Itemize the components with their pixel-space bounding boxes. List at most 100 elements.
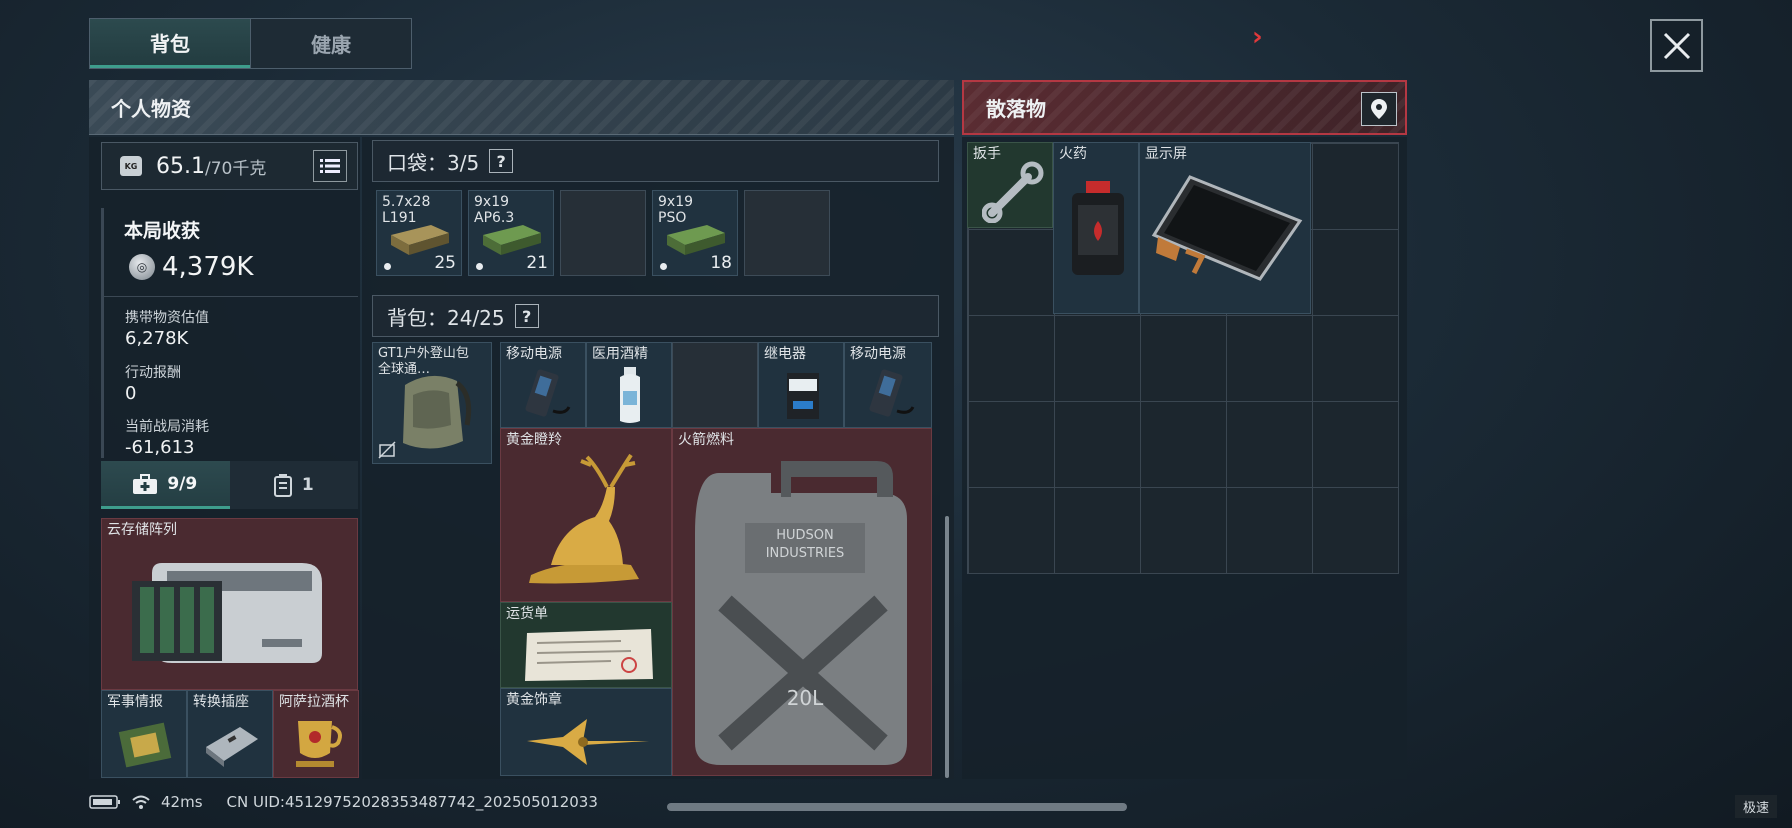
ammo-box-icon: [391, 225, 449, 255]
pocket-label: 口袋：3/5: [387, 150, 480, 175]
top-tab-bar: 背包 健康: [89, 18, 412, 69]
ammo-count: 21: [526, 253, 548, 273]
ammo-box-icon: [483, 225, 541, 255]
screen-panel-icon: [1151, 175, 1303, 281]
goblet-icon: [296, 721, 342, 767]
user-uid: CN UID:4512975202835348774​2_20250501203…: [226, 793, 598, 811]
item-label: 显示屏: [1145, 146, 1187, 162]
ammo-box-icon: [667, 225, 725, 255]
weight-max: /70千克: [204, 158, 267, 179]
emblem-icon: [527, 719, 649, 765]
coin-icon: ◎: [129, 254, 155, 280]
pocket-help-button[interactable]: ?: [489, 149, 514, 173]
pocket-slot-empty[interactable]: [744, 190, 830, 276]
item-gunpowder[interactable]: 火药: [1053, 142, 1139, 314]
action-reward-value: 0: [125, 383, 137, 404]
item-cloud-storage-array[interactable]: 云存储阵列: [101, 518, 358, 690]
backpack-bar: 背包：24/25 ?: [372, 295, 939, 337]
horizontal-scrollbar[interactable]: [667, 803, 1127, 811]
item-label: 转换插座: [193, 694, 249, 710]
rarity-dot: [384, 263, 391, 270]
scatter-title: 散落物: [986, 97, 1046, 121]
power-bank-icon: [525, 369, 571, 417]
can-volume-text: 20L: [787, 686, 824, 710]
item-label: 移动电源: [506, 346, 562, 362]
item-waybill[interactable]: 运货单: [500, 602, 672, 688]
no-insure-icon: [378, 441, 396, 459]
power-bank-icon: [869, 369, 915, 417]
vertical-scrollbar[interactable]: [945, 516, 949, 778]
item-label: 扳手: [973, 146, 1001, 162]
jerrycan-icon: HUDSON INDUSTRIES 20L: [695, 461, 907, 765]
item-label: 军事情报: [107, 694, 163, 710]
document-icon: [525, 629, 653, 681]
item-power-bank[interactable]: 移动电源: [500, 342, 586, 428]
harvest-value: 4,379K: [162, 252, 254, 282]
personal-supplies-title: 个人物资: [111, 96, 191, 121]
action-reward-label: 行动报酬: [125, 365, 181, 381]
item-wrench[interactable]: 扳手: [967, 142, 1053, 228]
socket-icon: [206, 727, 258, 767]
rarity-dot: [660, 263, 667, 270]
equipped-backpack[interactable]: GT1户外登山包 全球通…: [372, 342, 492, 464]
bottle-icon: [620, 367, 640, 423]
pocket-slot[interactable]: 5.7x28 L191 25: [376, 190, 462, 276]
item-medical-alcohol[interactable]: 医用酒精: [586, 342, 672, 428]
can-brand-text: INDUSTRIES: [766, 546, 845, 561]
item-asara-cup[interactable]: 阿萨拉酒杯: [273, 690, 359, 778]
pocket-slot[interactable]: 9x19 PSO 18: [652, 190, 738, 276]
kg-weight-icon: KG: [120, 156, 142, 176]
chip-icon: [118, 722, 172, 768]
container-tabs: 9/9 1: [101, 461, 358, 509]
canister-icon: [1072, 181, 1124, 275]
battery-icon: [89, 795, 120, 809]
tab-health[interactable]: 健康: [250, 19, 411, 68]
medkit-icon: [133, 473, 158, 494]
medkit-count: 9/9: [167, 473, 198, 494]
wifi-icon: [132, 795, 150, 809]
item-golden-gazelle[interactable]: 黄金瞪羚: [500, 428, 672, 602]
status-bar: 42ms CN UID:4512975202835348774​2_202505…: [89, 793, 598, 811]
carried-value-label: 携带物资估值: [125, 310, 209, 326]
empty-slot[interactable]: [672, 342, 758, 428]
item-rocket-fuel[interactable]: 火箭燃料 HUDSON INDUSTRIES 20L: [672, 428, 932, 776]
backpack-icon: [403, 375, 472, 449]
pocket-slot[interactable]: 9x19 AP6.3 21: [468, 190, 554, 276]
list-view-button[interactable]: [313, 150, 347, 182]
close-icon: [1663, 32, 1690, 59]
pocket-bar: 口袋：3/5 ?: [372, 140, 939, 182]
gazelle-statue-icon: [529, 453, 639, 584]
ammo-count: 25: [434, 253, 456, 273]
item-label: 云存储阵列: [107, 522, 177, 538]
item-golden-emblem[interactable]: 黄金饰章: [500, 688, 672, 776]
item-label: 医用酒精: [592, 346, 648, 362]
item-label: 火箭燃料: [678, 432, 734, 448]
session-harvest: 本局收获 ◎ 4,379K 携带物资估值 6,278K 行动报酬 0 当前战局消…: [101, 208, 358, 458]
item-power-adapter[interactable]: 转换插座: [187, 690, 273, 778]
map-pin-icon: [1371, 99, 1387, 119]
chevron-right-icon[interactable]: ›: [1252, 22, 1263, 52]
item-power-bank[interactable]: 移动电源: [844, 342, 932, 428]
item-label: 火药: [1059, 146, 1087, 162]
tab-medkit[interactable]: 9/9: [101, 461, 230, 509]
session-cost-label: 当前战局消耗: [125, 419, 209, 435]
personal-supplies-header: 个人物资: [89, 80, 954, 135]
tab-case[interactable]: 1: [230, 461, 359, 509]
harvest-title: 本局收获: [124, 220, 201, 242]
item-relay[interactable]: 继电器: [758, 342, 844, 428]
case-icon: [273, 474, 292, 497]
backpack-help-button[interactable]: ?: [514, 304, 539, 328]
speed-badge[interactable]: 极速: [1734, 795, 1777, 818]
locate-button[interactable]: [1361, 92, 1397, 126]
tab-backpack[interactable]: 背包: [90, 19, 250, 68]
session-cost-value: -61,613: [125, 437, 195, 458]
wrench-icon: [982, 161, 1044, 223]
close-button[interactable]: [1650, 19, 1703, 72]
carried-value: 6,278K: [125, 328, 189, 349]
item-label: 继电器: [764, 346, 806, 362]
item-display-screen[interactable]: 显示屏: [1139, 142, 1311, 314]
ping-value: 42ms: [161, 793, 203, 811]
pocket-slot-empty[interactable]: [560, 190, 646, 276]
item-label: 移动电源: [850, 346, 906, 362]
item-military-intel[interactable]: 军事情报: [101, 690, 187, 778]
